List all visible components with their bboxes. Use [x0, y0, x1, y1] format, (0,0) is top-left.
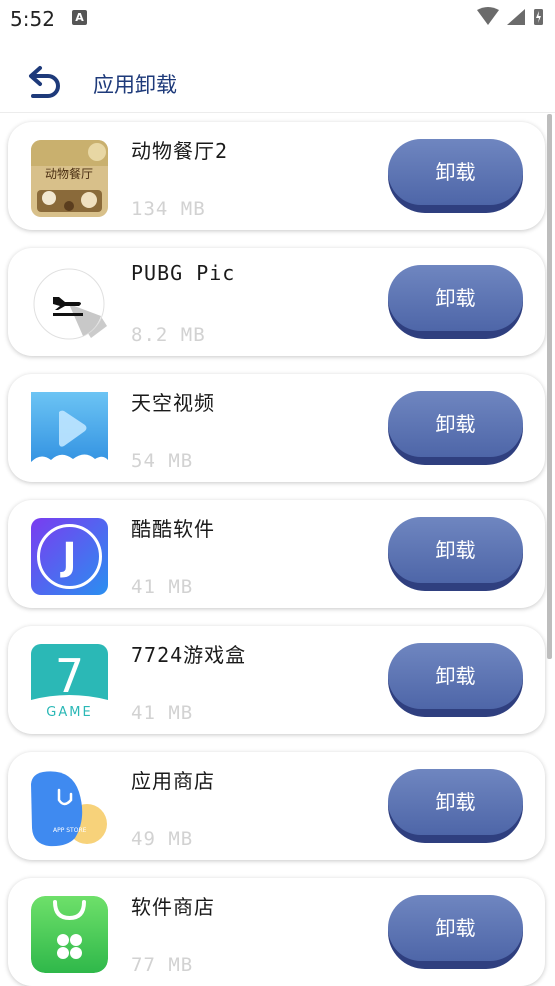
status-bar: 5:52 A: [0, 0, 555, 36]
animal-restaurant-icon: 动物餐厅: [31, 140, 108, 217]
app-name: 7724游戏盒: [131, 643, 247, 667]
uninstall-button[interactable]: 卸载: [388, 265, 523, 339]
app-size: 134 MB: [131, 198, 206, 220]
app-name: 软件商店: [131, 895, 215, 919]
app-store-icon: APP STORE: [31, 770, 108, 847]
app-list-item: 7 GAME 7724游戏盒 41 MB 卸载: [8, 626, 545, 734]
app-size: 41 MB: [131, 702, 194, 724]
svg-text:动物餐厅: 动物餐厅: [45, 166, 93, 181]
game-7-icon: 7 GAME: [31, 644, 108, 721]
app-size: 54 MB: [131, 450, 194, 472]
app-list-item: 天空视频 54 MB 卸载: [8, 374, 545, 482]
app-list-item: 软件商店 77 MB 卸载: [8, 878, 545, 986]
uninstall-button[interactable]: 卸载: [388, 139, 523, 213]
app-name: 天空视频: [131, 391, 215, 415]
uninstall-label: 卸载: [388, 769, 523, 835]
uninstall-label: 卸载: [388, 265, 523, 331]
svg-text:J: J: [59, 535, 76, 579]
uninstall-label: 卸载: [388, 139, 523, 205]
page-title: 应用卸载: [93, 73, 177, 97]
app-name: 动物餐厅2: [131, 139, 229, 163]
app-name: 酷酷软件: [131, 517, 215, 541]
uninstall-button[interactable]: 卸载: [388, 391, 523, 465]
app-name: PUBG Pic: [131, 261, 236, 285]
app-list-item: J 酷酷软件 41 MB 卸载: [8, 500, 545, 608]
status-icons: [477, 7, 543, 25]
software-store-icon: [31, 896, 108, 973]
play-cloud-icon: [31, 392, 108, 469]
svg-text:GAME: GAME: [46, 705, 92, 720]
svg-text:APP STORE: APP STORE: [53, 827, 87, 834]
airplane-departure-icon: [31, 266, 108, 343]
wifi-icon: [477, 7, 499, 25]
scrollbar[interactable]: [547, 114, 552, 659]
uninstall-button[interactable]: 卸载: [388, 895, 523, 969]
uninstall-label: 卸载: [388, 517, 523, 583]
top-bar: 应用卸载: [0, 52, 555, 113]
uninstall-label: 卸载: [388, 895, 523, 961]
status-time: 5:52: [10, 7, 55, 31]
accessibility-badge-icon: A: [72, 10, 87, 25]
svg-text:7: 7: [55, 649, 84, 703]
app-name: 应用商店: [131, 769, 215, 793]
letter-j-icon: J: [31, 518, 108, 595]
uninstall-label: 卸载: [388, 391, 523, 457]
app-size: 49 MB: [131, 828, 194, 850]
uninstall-button[interactable]: 卸载: [388, 769, 523, 843]
app-size: 8.2 MB: [131, 324, 206, 346]
app-list-item: PUBG Pic 8.2 MB 卸载: [8, 248, 545, 356]
app-list-item: 动物餐厅 动物餐厅2 134 MB 卸载: [8, 122, 545, 230]
uninstall-button[interactable]: 卸载: [388, 643, 523, 717]
back-arrow-icon[interactable]: [26, 64, 64, 100]
uninstall-label: 卸载: [388, 643, 523, 709]
signal-icon: [507, 9, 525, 25]
app-size: 41 MB: [131, 576, 194, 598]
app-list-item: APP STORE 应用商店 49 MB 卸载: [8, 752, 545, 860]
app-size: 77 MB: [131, 954, 194, 976]
uninstall-button[interactable]: 卸载: [388, 517, 523, 591]
